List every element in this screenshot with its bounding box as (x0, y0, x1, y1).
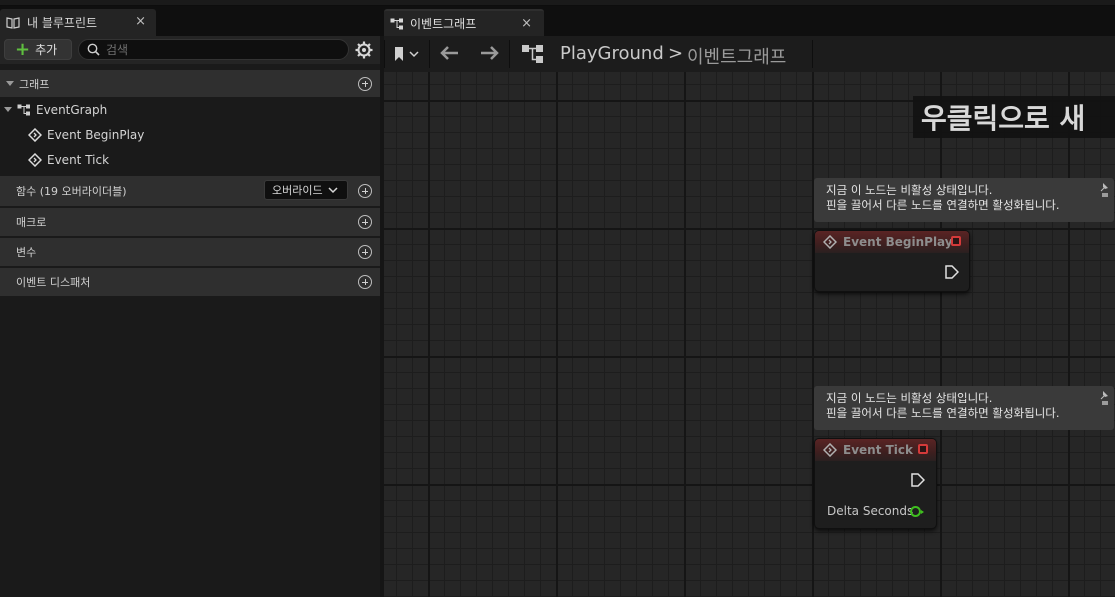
node-comment: 지금 이 노드는 비활성 상태입니다. 핀을 끌어서 다른 노드를 연결하면 활… (814, 178, 1114, 222)
plus-icon: + (15, 38, 31, 60)
node-comment: 지금 이 노드는 비활성 상태입니다. 핀을 끌어서 다른 노드를 연결하면 활… (814, 386, 1114, 430)
add-event-dispatcher-icon[interactable] (358, 275, 372, 289)
my-blueprint-toolbar: + 추가 (0, 36, 380, 64)
collapse-arrow-icon[interactable] (6, 81, 14, 86)
toolbar-divider (812, 40, 813, 68)
float-output-pin[interactable] (910, 506, 924, 517)
node-header[interactable]: Event Tick (815, 439, 936, 461)
section-graphs-label: 그래프 (19, 77, 50, 91)
graph-toolbar: PlayGround > 이벤트그래프 (384, 36, 1115, 72)
search-icon (87, 43, 100, 56)
collapse-arrow-icon[interactable] (4, 107, 12, 112)
section-graphs[interactable]: 그래프 (0, 70, 380, 97)
exec-output-pin[interactable] (945, 265, 959, 279)
right-click-hint: 우클릭으로 새 (913, 96, 1115, 138)
add-macro-icon[interactable] (358, 215, 372, 229)
section-event-dispatchers-label: 이벤트 디스패처 (16, 276, 91, 289)
tree-item-eventgraph[interactable]: EventGraph (0, 97, 380, 122)
breadcrumb-separator: > (668, 43, 684, 64)
section-functions-label: 함수 (19 오버라이더블) (16, 185, 127, 198)
event-graph-icon (390, 18, 403, 29)
toolbar-divider (509, 40, 510, 68)
pin-icon[interactable] (1100, 390, 1110, 406)
close-icon[interactable]: × (135, 14, 146, 29)
tree-item-event-beginplay-label: Event BeginPlay (47, 127, 145, 142)
tree-item-event-tick-label: Event Tick (47, 152, 110, 167)
node-title: Event BeginPlay (843, 235, 953, 249)
my-blueprint-panel: 내 블루프린트 × + 추가 그래프 (0, 6, 380, 597)
pin-label: Delta Seconds (827, 504, 914, 518)
event-graph-icon (522, 45, 543, 63)
toolbar-divider (384, 40, 385, 68)
event-tick-node[interactable]: Event Tick Delta Seconds (814, 438, 937, 529)
event-icon (823, 235, 837, 249)
add-graph-icon[interactable] (358, 76, 372, 91)
exec-output-pin[interactable] (911, 473, 925, 487)
book-icon (6, 16, 20, 29)
add-variable-icon[interactable] (358, 245, 372, 259)
node-title: Event Tick (843, 443, 914, 457)
add-button-label: 추가 (35, 43, 58, 57)
tab-event-graph-label: 이벤트그래프 (410, 17, 477, 31)
graph-canvas[interactable]: 우클릭으로 새 지금 이 노드는 비활성 상태입니다. 핀을 끌어서 다른 노드… (384, 72, 1115, 597)
override-dropdown[interactable]: 오버라이드 (264, 180, 348, 200)
graph-tab-bar: 이벤트그래프 × (380, 6, 1115, 36)
tab-event-graph[interactable]: 이벤트그래프 × (384, 9, 544, 36)
search-box[interactable] (78, 39, 349, 60)
forward-arrow-icon[interactable] (479, 45, 499, 61)
back-arrow-icon[interactable] (440, 45, 460, 61)
tab-my-blueprint[interactable]: 내 블루프린트 × (0, 9, 156, 36)
tree-item-event-tick[interactable]: Event Tick (0, 147, 380, 172)
comment-line: 핀을 끌어서 다른 노드를 연결하면 활성화됩니다. (826, 198, 1060, 212)
comment-line: 지금 이 노드는 비활성 상태입니다. (826, 183, 993, 197)
breadcrumb-root[interactable]: PlayGround (560, 43, 664, 64)
delegate-pin[interactable] (951, 236, 961, 246)
left-tab-bar: 내 블루프린트 × (0, 6, 380, 36)
event-icon (823, 443, 837, 457)
tab-my-blueprint-label: 내 블루프린트 (27, 16, 98, 30)
close-icon[interactable]: × (521, 16, 532, 31)
delegate-pin[interactable] (918, 444, 928, 454)
section-variables-label: 변수 (16, 246, 37, 259)
add-button[interactable]: + 추가 (4, 39, 72, 60)
event-graph-icon (17, 104, 30, 115)
section-macros-label: 매크로 (16, 216, 47, 229)
chevron-down-icon (328, 186, 338, 193)
bookmark-icon[interactable] (394, 46, 420, 62)
comment-line: 핀을 끌어서 다른 노드를 연결하면 활성화됩니다. (826, 406, 1060, 420)
event-icon (28, 152, 42, 167)
toolbar-divider (429, 40, 430, 68)
section-variables[interactable]: 변수 (0, 238, 380, 266)
tree-item-eventgraph-label: EventGraph (36, 102, 108, 117)
section-macros[interactable]: 매크로 (0, 208, 380, 236)
event-icon (28, 127, 42, 142)
search-input[interactable] (106, 42, 326, 57)
pin-icon[interactable] (1100, 182, 1110, 198)
comment-line: 지금 이 노드는 비활성 상태입니다. (826, 391, 993, 405)
section-event-dispatchers[interactable]: 이벤트 디스패처 (0, 268, 380, 296)
override-dropdown-label: 오버라이드 (272, 184, 323, 197)
gear-icon[interactable] (354, 40, 374, 60)
event-beginplay-node[interactable]: Event BeginPlay (814, 230, 970, 292)
tree-item-event-beginplay[interactable]: Event BeginPlay (0, 122, 380, 147)
node-header[interactable]: Event BeginPlay (815, 231, 969, 253)
breadcrumb-current: 이벤트그래프 (687, 47, 787, 68)
section-functions[interactable]: 함수 (19 오버라이더블) 오버라이드 (0, 176, 380, 206)
add-function-icon[interactable] (358, 184, 372, 198)
